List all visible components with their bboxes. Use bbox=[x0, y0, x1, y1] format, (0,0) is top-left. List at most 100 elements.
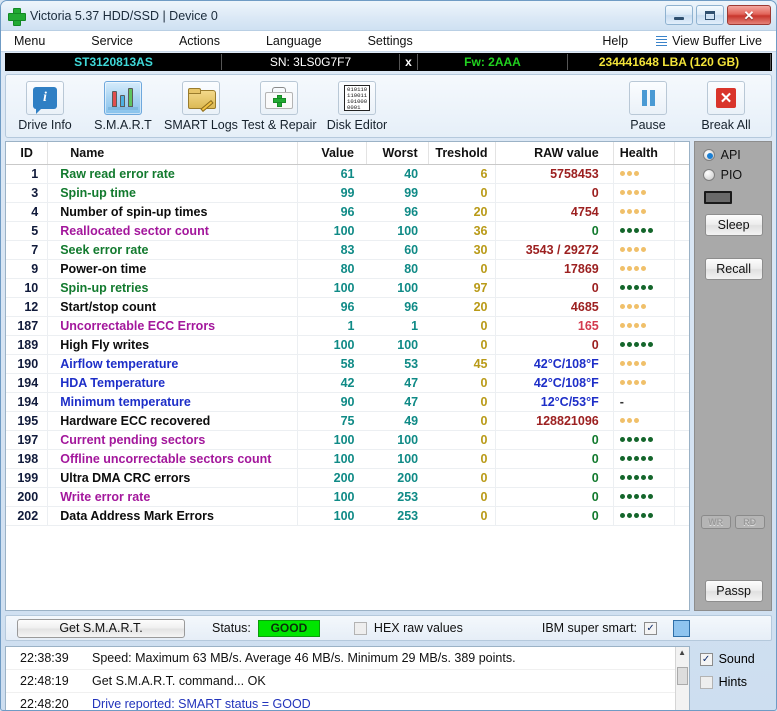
health-dot bbox=[647, 456, 653, 462]
menu-item-settings[interactable]: Settings bbox=[358, 34, 423, 48]
table-row[interactable]: 3 Spin-up time 99 99 0 0 bbox=[6, 183, 689, 203]
menu-item-service[interactable]: Service bbox=[81, 34, 143, 48]
health-dots bbox=[619, 280, 653, 296]
table-row[interactable]: 10 Spin-up retries 100 100 97 0 bbox=[6, 278, 689, 298]
smart-table: ID Name Value Worst Treshold RAW value H… bbox=[6, 142, 689, 526]
recall-button[interactable]: Recall bbox=[704, 258, 763, 280]
table-row[interactable]: 190 Airflow temperature 58 53 45 42°C/108°F bbox=[6, 354, 689, 374]
sleep-button[interactable]: Sleep bbox=[704, 214, 763, 236]
hints-checkbox[interactable]: Hints bbox=[699, 675, 772, 689]
log-scrollbar[interactable]: ▲ ▼ bbox=[674, 647, 689, 710]
health-dot bbox=[647, 342, 653, 348]
cell-name: Minimum temperature bbox=[47, 392, 298, 412]
table-row[interactable]: 9 Power-on time 80 80 0 17869 bbox=[6, 259, 689, 279]
passport-button[interactable]: Passp bbox=[704, 580, 763, 602]
column-header-name[interactable]: Name bbox=[47, 142, 298, 165]
health-dot bbox=[626, 456, 632, 462]
toolbar-button-pause[interactable]: Pause bbox=[609, 79, 687, 132]
color-legend-swatch[interactable] bbox=[673, 619, 691, 637]
ibm-super-smart-checkbox[interactable]: IBM super smart: ✓ bbox=[542, 621, 658, 635]
wr-button[interactable]: WR bbox=[700, 515, 731, 529]
health-dot bbox=[619, 304, 625, 310]
log-message: Speed: Maximum 63 MB/s. Average 46 MB/s.… bbox=[92, 651, 516, 665]
status-badge: GOOD bbox=[257, 619, 320, 637]
toolbar-button-drive-info[interactable]: i Drive Info bbox=[6, 79, 84, 132]
cell-id: 198 bbox=[6, 449, 49, 469]
toolbar-button-break-all[interactable]: ✕ Break All bbox=[687, 79, 765, 132]
health-dot bbox=[640, 513, 646, 519]
table-row[interactable]: 199 Ultra DMA CRC errors 200 200 0 0 bbox=[6, 468, 689, 488]
maximize-button[interactable] bbox=[696, 5, 724, 25]
get-smart-button[interactable]: Get S.M.A.R.T. bbox=[17, 618, 185, 638]
content-area: ID Name Value Worst Treshold RAW value H… bbox=[5, 141, 772, 611]
cell-threshold: 36 bbox=[428, 221, 497, 241]
table-row[interactable]: 5 Reallocated sector count 100 100 36 0 bbox=[6, 221, 689, 241]
close-button[interactable]: ✕ bbox=[727, 5, 771, 25]
cell-spacer bbox=[674, 449, 689, 469]
cell-id: 10 bbox=[6, 278, 49, 298]
minimize-button[interactable] bbox=[665, 5, 693, 25]
table-row[interactable]: 194 Minimum temperature 90 47 0 12°C/53°F - bbox=[6, 392, 689, 412]
clear-serial-button[interactable]: x bbox=[400, 54, 418, 70]
table-row[interactable]: 202 Data Address Mark Errors 100 253 0 0 bbox=[6, 506, 689, 526]
cell-threshold: 0 bbox=[428, 449, 497, 469]
health-dot bbox=[640, 266, 646, 272]
column-header-value[interactable]: Value bbox=[297, 142, 368, 165]
table-row[interactable]: 187 Uncorrectable ECC Errors 1 1 0 165 bbox=[6, 316, 689, 336]
toolbar-button-test-repair[interactable]: Test & Repair bbox=[240, 79, 318, 132]
rd-button[interactable]: RD bbox=[734, 515, 765, 529]
log-entry: 22:38:39 Speed: Maximum 63 MB/s. Average … bbox=[6, 647, 675, 670]
table-row[interactable]: 198 Offline uncorrectable sectors count 10… bbox=[6, 449, 689, 469]
health-dots bbox=[619, 356, 646, 372]
table-row[interactable]: 200 Write error rate 100 253 0 0 bbox=[6, 487, 689, 507]
toolbar-button-disk-editor[interactable]: 010110 110011 101000 0001 Disk Editor bbox=[318, 79, 396, 132]
table-row[interactable]: 195 Hardware ECC recovered 75 49 0 128821096 bbox=[6, 411, 689, 431]
health-dot bbox=[633, 285, 639, 291]
radio-option-api[interactable]: API bbox=[702, 148, 771, 162]
scrollbar-thumb[interactable] bbox=[676, 667, 688, 685]
column-header-worst[interactable]: Worst bbox=[366, 142, 429, 165]
menu-item-help[interactable]: Help bbox=[592, 34, 638, 48]
cell-name: Reallocated sector count bbox=[47, 221, 298, 241]
cell-raw: 0 bbox=[495, 430, 614, 450]
cell-id: 200 bbox=[6, 487, 49, 507]
column-header-raw-value[interactable]: RAW value bbox=[495, 142, 614, 165]
toolbar-label-test-repair: Test & Repair bbox=[241, 118, 317, 132]
menu-item-view-buffer-live[interactable]: View Buffer Live bbox=[672, 34, 772, 48]
health-dot bbox=[619, 342, 625, 348]
menu-item-menu[interactable]: Menu bbox=[4, 34, 55, 48]
column-header-threshold[interactable]: Treshold bbox=[428, 142, 497, 165]
drive-model: ST3120813AS bbox=[6, 54, 222, 70]
sound-checkbox[interactable]: ✓ Sound bbox=[699, 652, 772, 666]
column-header-health[interactable]: Health bbox=[613, 142, 676, 165]
table-row[interactable]: 197 Current pending sectors 100 100 0 0 bbox=[6, 430, 689, 450]
table-row[interactable]: 7 Seek error rate 83 60 30 3543 / 29272 bbox=[6, 240, 689, 260]
scroll-up-icon[interactable]: ▲ bbox=[678, 649, 686, 657]
health-dot bbox=[626, 228, 632, 234]
radio-option-pio[interactable]: PIO bbox=[702, 168, 771, 182]
table-row[interactable]: 4 Number of spin-up times 96 96 20 4754 bbox=[6, 202, 689, 222]
sound-checkbox-box: ✓ bbox=[699, 652, 713, 666]
toolbar-button-smart[interactable]: S.M.A.R.T bbox=[84, 79, 162, 132]
cell-name: Offline uncorrectable sectors count bbox=[47, 449, 298, 469]
health-dot bbox=[619, 228, 625, 234]
hex-raw-values-checkbox[interactable]: HEX raw values bbox=[353, 621, 463, 635]
health-dot bbox=[626, 494, 632, 500]
menu-item-actions[interactable]: Actions bbox=[169, 34, 230, 48]
table-row[interactable]: 194 HDA Temperature 42 47 0 42°C/108°F bbox=[6, 373, 689, 393]
table-row[interactable]: 12 Start/stop count 96 96 20 4685 bbox=[6, 297, 689, 317]
health-dot bbox=[619, 380, 625, 386]
cell-worst: 200 bbox=[366, 468, 429, 488]
table-row[interactable]: 189 High Fly writes 100 100 0 0 bbox=[6, 335, 689, 355]
table-row[interactable]: 1 Raw read error rate 61 40 6 5758453 bbox=[6, 164, 689, 184]
health-dot bbox=[647, 494, 653, 500]
health-dot bbox=[619, 190, 625, 196]
toolbar-button-smart-logs[interactable]: SMART Logs bbox=[162, 79, 240, 132]
maximize-icon bbox=[705, 10, 715, 20]
health-dot bbox=[640, 380, 646, 386]
passport-label: Passp bbox=[716, 584, 751, 598]
health-dots bbox=[619, 375, 646, 391]
cell-name: HDA Temperature bbox=[47, 373, 298, 393]
column-header-id[interactable]: ID bbox=[6, 142, 49, 165]
menu-item-language[interactable]: Language bbox=[256, 34, 332, 48]
